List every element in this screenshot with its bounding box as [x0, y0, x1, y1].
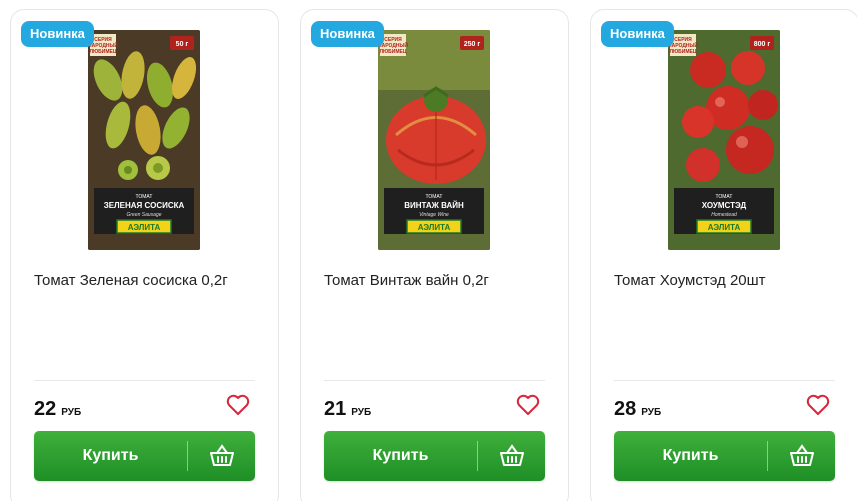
price-currency: руб	[61, 407, 82, 418]
pack-series-3: ЛЮБИМЕЦ	[89, 49, 116, 55]
price-value: 28	[614, 398, 637, 420]
pack-weight: 250 г	[464, 41, 481, 48]
pack-weight: 50 г	[176, 41, 189, 48]
price-currency: руб	[641, 407, 662, 418]
favorite-heart-icon[interactable]	[226, 394, 250, 416]
new-badge: Новинка	[21, 21, 94, 47]
pack-brand: АЭЛИТА	[128, 223, 161, 232]
pack-name: ХОУМСТЭД	[702, 201, 747, 210]
product-title[interactable]: Томат Винтаж вайн 0,2г	[324, 271, 554, 291]
product-title[interactable]: Томат Хоумстэд 20шт	[614, 271, 844, 291]
buy-label: Купить	[82, 447, 139, 464]
price-currency: руб	[351, 407, 372, 418]
favorite-heart-icon[interactable]	[516, 394, 540, 416]
product-image[interactable]: СЕРИЯ НАРОДНЫЙ ЛЮБИМЕЦ 50 г ТОМАТ ЗЕЛЕНА…	[88, 30, 200, 250]
pack-series-3: ЛЮБИМЕЦ	[379, 49, 406, 55]
pack-kind: ТОМАТ	[716, 194, 733, 200]
new-badge: Новинка	[601, 21, 674, 47]
divider	[324, 380, 545, 381]
buy-button[interactable]: Купить	[34, 431, 255, 481]
pack-name: ЗЕЛЕНАЯ СОСИСКА	[104, 201, 185, 210]
buy-button[interactable]: Купить	[614, 431, 835, 481]
price: 28 руб	[614, 398, 661, 421]
new-badge: Новинка	[311, 21, 384, 47]
divider	[614, 380, 835, 381]
pack-weight: 800 г	[754, 41, 771, 48]
divider	[34, 380, 255, 381]
basket-icon	[188, 444, 255, 468]
product-card[interactable]: Новинка СЕРИЯ НАРОДНЫЙ ЛЮБИМЕЦ 50 г ТОМА…	[10, 9, 279, 501]
product-image[interactable]: СЕРИЯ НАРОДНЫЙ ЛЮБИМЕЦ 250 г ТОМАТ ВИНТА…	[378, 30, 490, 250]
pack-name-en: Vintage Wine	[419, 212, 449, 218]
price: 22 руб	[34, 398, 81, 421]
price-value: 22	[34, 398, 57, 420]
pack-kind: ТОМАТ	[136, 194, 153, 200]
basket-icon	[478, 444, 545, 468]
pack-name-en: Homestead	[711, 212, 737, 218]
price: 21 руб	[324, 398, 371, 421]
favorite-heart-icon[interactable]	[806, 394, 830, 416]
pack-name-en: Green Sausage	[126, 212, 161, 218]
pack-brand: АЭЛИТА	[708, 223, 741, 232]
pack-kind: ТОМАТ	[426, 194, 443, 200]
buy-button[interactable]: Купить	[324, 431, 545, 481]
product-card[interactable]: Новинка СЕРИЯ НАРОДНЫЙ ЛЮБИМЕЦ 250 г ТОМ…	[300, 9, 569, 501]
product-title[interactable]: Томат Зеленая сосиска 0,2г	[34, 271, 264, 291]
pack-series-3: ЛЮБИМЕЦ	[669, 49, 696, 55]
buy-label: Купить	[372, 447, 429, 464]
buy-label: Купить	[662, 447, 719, 464]
product-image[interactable]: СЕРИЯ НАРОДНЫЙ ЛЮБИМЕЦ 800 г ТОМАТ ХОУМС…	[668, 30, 780, 250]
pack-name: ВИНТАЖ ВАЙН	[404, 201, 464, 210]
price-value: 21	[324, 398, 347, 420]
pack-brand: АЭЛИТА	[418, 223, 451, 232]
basket-icon	[768, 444, 835, 468]
product-card[interactable]: Новинка СЕРИЯ НАРОДНЫЙ ЛЮБИМЕЦ 800 г ТОМ…	[590, 9, 857, 501]
